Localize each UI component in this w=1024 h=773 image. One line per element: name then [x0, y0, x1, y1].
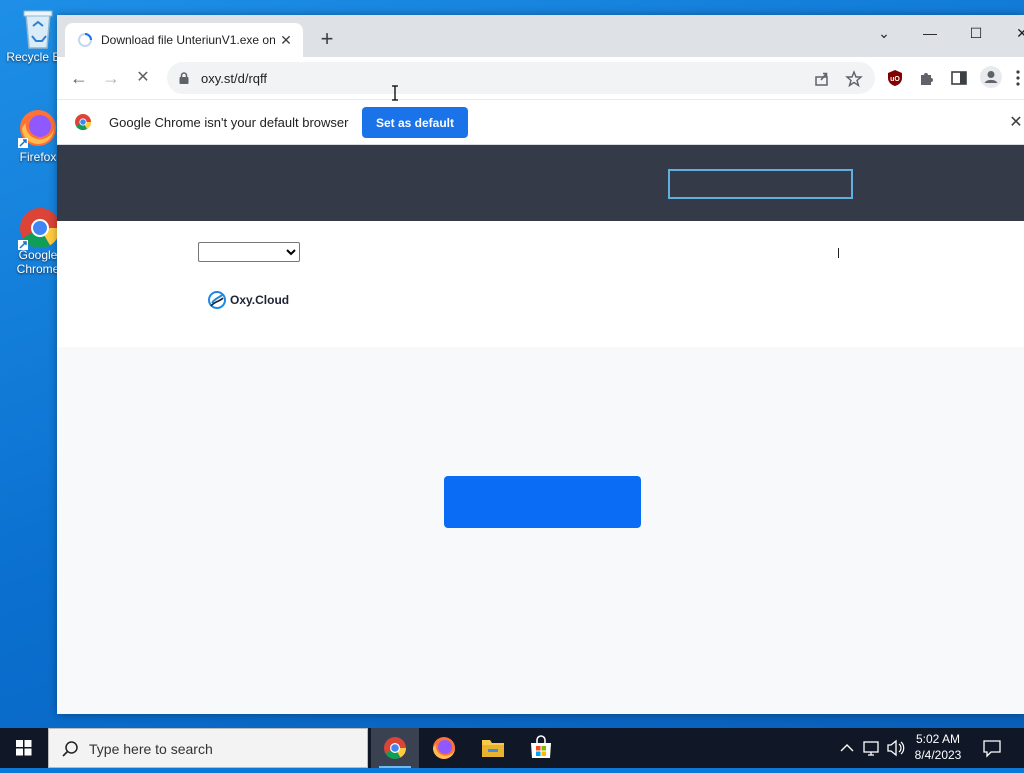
infobar-close-button[interactable]: ✕: [1008, 112, 1024, 131]
chrome-icon: [18, 206, 60, 250]
site-top-section: Oxy.Cloud: [57, 221, 1024, 347]
address-bar[interactable]: [167, 62, 875, 94]
chrome-logo-icon: [74, 113, 92, 136]
forward-button[interactable]: →: [99, 66, 123, 90]
loading-spinner-icon: [77, 32, 93, 48]
recycle-bin-icon: [18, 8, 58, 49]
header-outlined-box[interactable]: [668, 169, 853, 199]
extensions-puzzle-icon[interactable]: [917, 68, 937, 88]
new-tab-button[interactable]: +: [317, 28, 337, 50]
download-button[interactable]: [444, 476, 641, 528]
search-icon: [61, 740, 79, 758]
language-select[interactable]: [198, 242, 300, 262]
network-icon[interactable]: [860, 728, 882, 768]
firefox-icon: [433, 737, 455, 759]
volume-icon[interactable]: [884, 728, 906, 768]
site-header: [57, 145, 1024, 221]
svg-text:uO: uO: [890, 76, 900, 83]
logo-text: Oxy.Cloud: [230, 293, 290, 307]
show-hidden-icons-chevron-icon[interactable]: [838, 728, 856, 768]
url-input[interactable]: [199, 70, 803, 87]
web-page: Oxy.Cloud: [57, 145, 1024, 714]
taskbar-file-explorer-button[interactable]: [469, 728, 517, 768]
close-window-button[interactable]: ✕: [999, 19, 1024, 47]
set-as-default-button[interactable]: Set as default: [362, 107, 468, 138]
notifications-icon[interactable]: [980, 728, 1004, 768]
clock-date: 8/4/2023: [914, 748, 962, 762]
file-explorer-icon: [482, 740, 504, 757]
search-placeholder: Type here to search: [89, 741, 213, 757]
menu-kebab-icon[interactable]: [1013, 68, 1023, 88]
firefox-icon: [18, 108, 58, 148]
oxy-cloud-logo-icon: [207, 290, 227, 310]
lock-icon: [177, 71, 191, 85]
clock-time: 5:02 AM: [915, 732, 961, 746]
side-panel-icon[interactable]: [949, 68, 969, 88]
taskbar-store-button[interactable]: [517, 728, 565, 768]
tab-close-button[interactable]: ✕: [277, 31, 295, 49]
minimize-button[interactable]: —: [907, 19, 953, 47]
bookmark-star-icon[interactable]: [845, 70, 863, 88]
profile-avatar-icon[interactable]: [979, 65, 1003, 89]
text-caret: [838, 248, 839, 258]
back-button[interactable]: ←: [67, 66, 91, 90]
taskbar-firefox-button[interactable]: [420, 728, 468, 768]
share-icon[interactable]: [813, 70, 831, 88]
tab-search-button[interactable]: ⌄: [861, 19, 907, 47]
stop-loading-button[interactable]: ✕: [131, 66, 155, 90]
windows-taskbar: Type here to search 5:02 AM 8/4/2023: [0, 728, 1024, 768]
browser-titlebar[interactable]: Download file UnteriunV1.exe on ✕ + ⌄ — …: [57, 15, 1024, 57]
microsoft-store-icon: [531, 735, 551, 758]
maximize-button[interactable]: ☐: [953, 19, 999, 47]
infobar-message: Google Chrome isn't your default browser: [109, 115, 349, 130]
tab-title: Download file UnteriunV1.exe on: [101, 33, 276, 47]
chrome-icon: [384, 737, 406, 759]
system-clock[interactable]: 5:02 AM 8/4/2023: [905, 731, 971, 763]
default-browser-infobar: Google Chrome isn't your default browser…: [57, 100, 1024, 145]
text-cursor-icon: [390, 85, 400, 101]
ublock-origin-icon[interactable]: uO: [885, 68, 905, 88]
browser-window: Download file UnteriunV1.exe on ✕ + ⌄ — …: [57, 15, 1024, 714]
start-button[interactable]: [0, 728, 48, 768]
taskbar-chrome-button[interactable]: [371, 728, 419, 768]
browser-toolbar: ← → ✕ oxy.st/d/rqff uO: [57, 57, 1024, 100]
taskbar-search-box[interactable]: Type here to search: [48, 728, 368, 768]
browser-tab[interactable]: Download file UnteriunV1.exe on ✕: [65, 23, 303, 57]
